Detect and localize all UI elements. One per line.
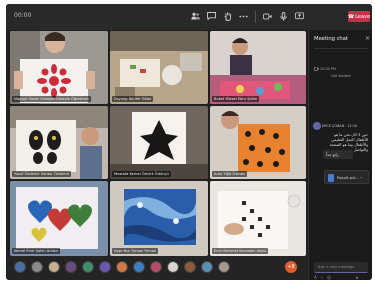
participant-avatar-6[interactable] [99,261,111,273]
emoji-icon[interactable]: ☺ [327,275,331,280]
video-tile[interactable]: Yusuf Özdemir Serdar Özdemir [10,106,108,179]
mic-icon[interactable] [279,11,288,21]
format-icon[interactable]: A [314,275,317,280]
send-icon[interactable]: ➤ [355,275,358,280]
participant-name: Buket Yüksel Ebru Şahin [212,96,260,102]
reply-bubble: رائع جداً [323,150,353,159]
meeting-event-text: Call started [331,74,351,78]
meeting-event-icon [314,67,319,72]
participant-name: Zeynep Nilüfer Göbe [112,96,154,102]
compose-placeholder: Type a new message [317,265,355,269]
camera-icon[interactable] [263,11,272,21]
compose-box[interactable]: Type a new message [314,262,368,273]
pdf-file-icon [328,174,334,182]
teams-meeting-window: 00:00 ☎ Leave Nisanur Sezer Ozkayla Ozka… [6,4,372,280]
participant-avatar-1[interactable] [14,261,26,273]
video-feed-image [10,181,108,256]
chat-title: Meeting chat [314,36,348,42]
participant-avatar-11[interactable] [184,261,196,273]
more-icon[interactable] [239,11,248,21]
participants-strip: +8 [6,256,308,280]
more-participants-badge[interactable]: +8 [285,261,297,273]
participant-avatar-13[interactable] [218,261,230,273]
close-chat-icon[interactable]: × [365,35,370,42]
participant-avatar-10[interactable] [167,261,179,273]
video-tile[interactable]: Ayşe Nur Yılmaz Yılmaz [110,181,208,256]
meeting-event-time: 12:00 PM [320,67,336,71]
video-feed-image [210,181,306,256]
video-tile[interactable]: Mustafa Kemal Öztürk Ödünçü [110,106,208,179]
reply-text: رائع جداً [326,152,339,157]
toolbar-divider [255,11,256,23]
participant-name: Arda Yiğit Özmen [212,171,248,177]
participant-name: Nisanur Sezer Ozkayla Ozkayla Öğretmen [12,96,92,102]
video-feed-image [210,106,306,179]
meeting-chat-panel: Meeting chat × 12:00 PM Call started ERC… [308,30,372,280]
video-tile[interactable]: Zeynep Nilüfer Göbe [110,31,208,104]
meeting-timer: 00:00 [14,12,32,19]
participant-avatar-4[interactable] [65,261,77,273]
participant-name: Emir Mehmet Kocaalan Ailesi [212,248,269,254]
video-feed-image [110,106,208,179]
video-tile[interactable]: Arda Yiğit Özmen [210,106,306,179]
participant-avatars [14,261,230,273]
leave-button[interactable]: ☎ Leave [348,11,370,22]
people-icon[interactable] [191,11,200,21]
phone-hangup-icon: ☎ [347,13,355,20]
participant-name: Kemal Emir Şahin Arslan [12,248,61,254]
participant-avatar-8[interactable] [133,261,145,273]
participant-name: Ayşe Nur Yılmaz Yılmaz [112,248,158,254]
file-attachment[interactable]: Result.pd... ⋯ [324,170,369,184]
sender-avatar [313,122,321,130]
participant-avatar-7[interactable] [116,261,128,273]
video-feed-image [110,31,208,104]
participant-avatar-3[interactable] [48,261,60,273]
participant-avatar-12[interactable] [201,261,213,273]
chat-message: حين لا كان نحن ما هو للأطفال العمل التعل… [329,132,368,152]
file-name: Result.pd... ⋯ [337,175,364,180]
chat-icon[interactable] [207,11,216,21]
participant-name: Yusuf Özdemir Serdar Özdemir [12,171,72,177]
chat-divider [314,48,368,49]
message-sender: ERCE ÇOBAN · 12:10 [322,124,358,128]
attach-icon[interactable]: ⌁ [321,275,323,280]
video-tile[interactable]: Kemal Emir Şahin Arslan [10,181,108,256]
leave-label: Leave [355,13,371,20]
raise-hand-icon[interactable] [223,11,232,21]
video-tile[interactable]: Nisanur Sezer Ozkayla Ozkayla Öğretmen [10,31,108,104]
compose-toolbar: A ⌁ ☺ ➤ [314,275,359,280]
video-tile[interactable]: Emir Mehmet Kocaalan Ailesi [210,181,306,256]
participant-avatar-2[interactable] [31,261,43,273]
toolbar-icons [191,11,304,23]
video-feed-image [110,181,208,256]
share-icon[interactable] [295,11,304,21]
video-feed-image [10,31,108,104]
participant-avatar-9[interactable] [150,261,162,273]
video-grid: Nisanur Sezer Ozkayla Ozkayla Öğretmen Z… [10,31,306,256]
meeting-toolbar: 00:00 ☎ Leave [6,4,372,30]
video-feed-image [210,31,306,104]
participant-avatar-5[interactable] [82,261,94,273]
participant-name: Mustafa Kemal Öztürk Ödünçü [112,171,171,177]
video-feed-image [10,106,108,179]
video-tile[interactable]: Buket Yüksel Ebru Şahin [210,31,306,104]
